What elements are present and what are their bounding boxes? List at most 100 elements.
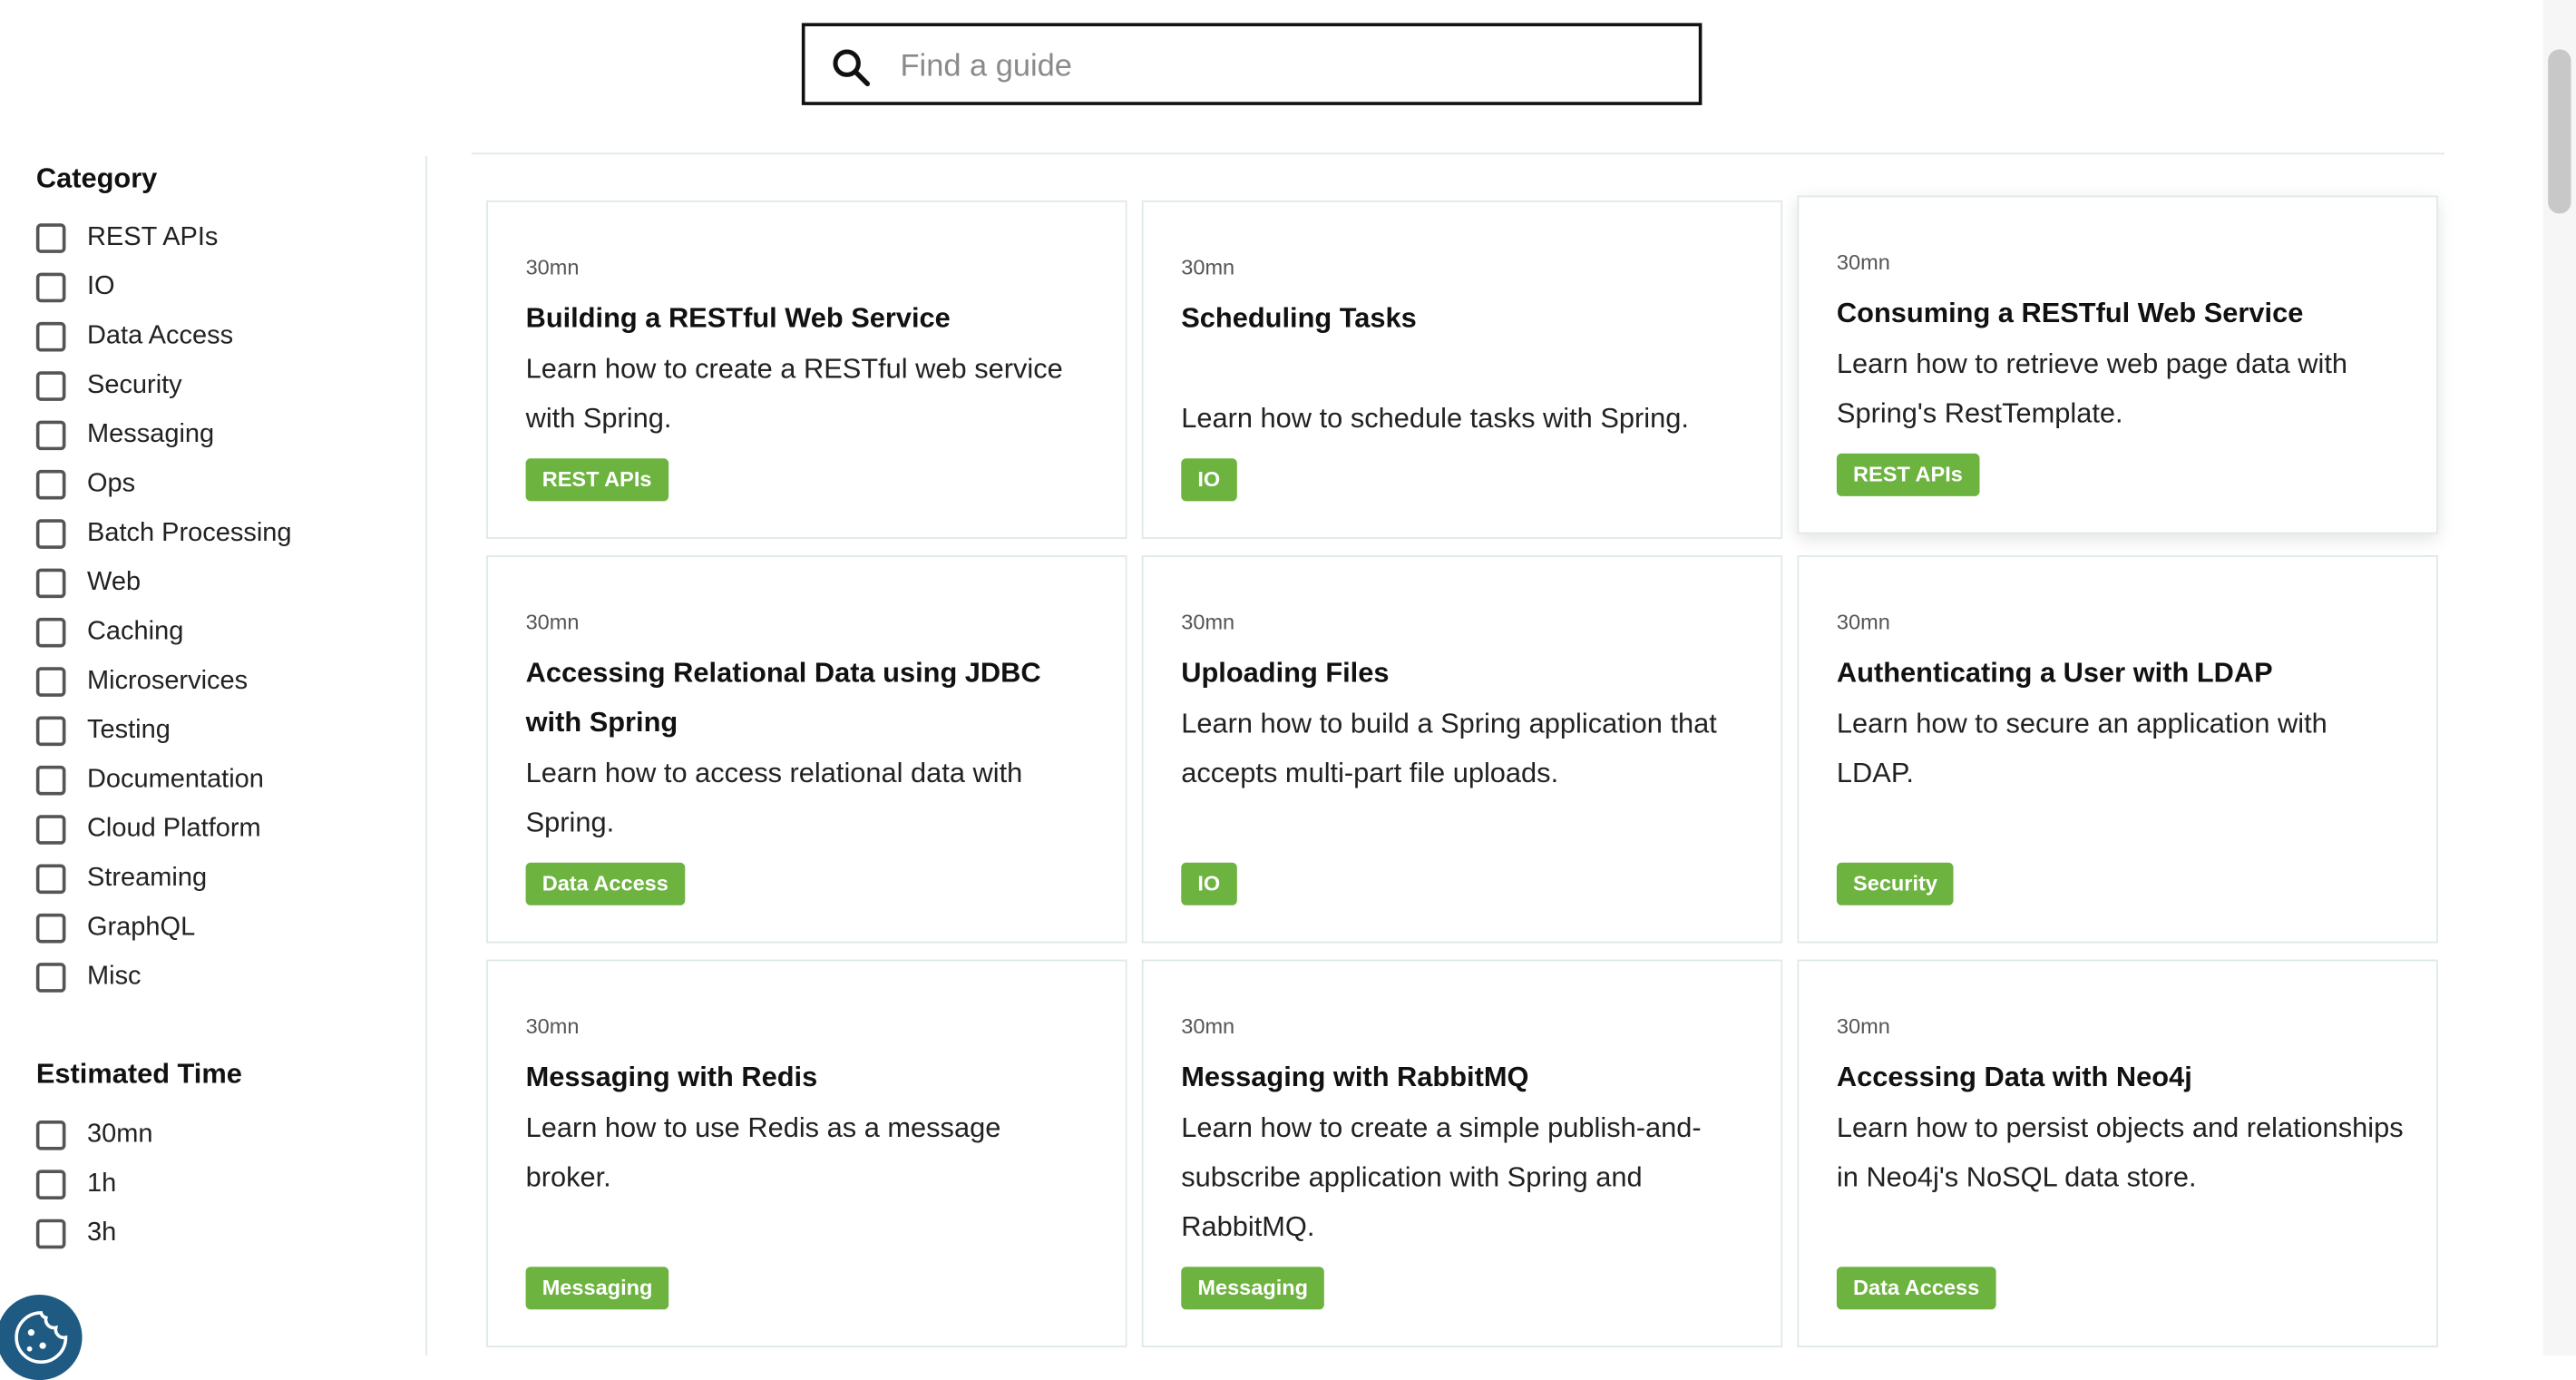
filter-option-label: Streaming [86, 864, 208, 893]
card-time: 30mn [525, 1013, 580, 1039]
card-time: 30mn [525, 609, 580, 635]
checkbox[interactable] [35, 765, 66, 796]
card-tag[interactable]: Data Access [1836, 1267, 1996, 1310]
checkbox[interactable] [35, 1170, 66, 1199]
filter-option-batch-processing[interactable]: Batch Processing [35, 509, 292, 558]
card-title[interactable]: Authenticating a User with LDAP [1837, 649, 2404, 698]
guide-card[interactable]: 30mn Authenticating a User with LDAP Learn… [1797, 555, 2438, 944]
filter-option-streaming[interactable]: Streaming [35, 855, 292, 904]
card-tag[interactable]: REST APIs [525, 458, 668, 502]
filter-option-label: Web [86, 568, 141, 597]
card-title[interactable]: Uploading Files [1181, 649, 1748, 698]
card-tag[interactable]: Messaging [525, 1267, 669, 1310]
card-time: 30mn [1181, 254, 1235, 279]
card-tag[interactable]: Messaging [1181, 1267, 1325, 1310]
card-title[interactable]: Accessing Data with Neo4j [1837, 1053, 2404, 1102]
checkbox[interactable] [35, 963, 66, 993]
cookie-icon [15, 1311, 68, 1365]
checkbox[interactable] [35, 913, 66, 944]
card-time: 30mn [1836, 250, 1890, 275]
guide-card[interactable]: 30mn Accessing Relational Data using JDBC… [486, 555, 1127, 944]
filter-option-graphql[interactable]: GraphQL [35, 904, 292, 953]
category-filter-list: REST APIs IO Data Access Security Messaging O… [35, 213, 292, 1002]
guide-card[interactable]: 30mn Uploading Files Learn how to build a … [1141, 555, 1783, 944]
filter-option-label: Batch Processing [86, 519, 292, 548]
page-heading-fragment [1002, 0, 2382, 10]
checkbox[interactable] [35, 321, 66, 352]
filter-option-ops[interactable]: Ops [35, 460, 292, 509]
content-divider [471, 152, 2445, 155]
filter-option-microservices[interactable]: Microservices [35, 657, 292, 706]
filter-option-label: Documentation [86, 765, 264, 794]
cookie-settings-button[interactable] [0, 1294, 83, 1380]
filter-option-label: Messaging [86, 420, 215, 449]
card-time: 30mn [1181, 1013, 1235, 1039]
checkbox[interactable] [35, 469, 66, 500]
checkbox[interactable] [35, 272, 66, 303]
card-title[interactable]: Messaging with RabbitMQ [1181, 1053, 1748, 1102]
checkbox[interactable] [35, 667, 66, 697]
filter-option-io[interactable]: IO [35, 263, 292, 312]
checkbox[interactable] [35, 1219, 66, 1249]
filter-option-cloud-platform[interactable]: Cloud Platform [35, 805, 292, 854]
search-icon [833, 49, 871, 87]
guide-card[interactable]: 30mn Scheduling Tasks Learn how to schedul… [1141, 200, 1783, 539]
filter-option-30mn[interactable]: 30mn [35, 1111, 153, 1160]
filter-option-1h[interactable]: 1h [35, 1160, 153, 1209]
checkbox[interactable] [35, 420, 66, 451]
filter-option-label: GraphQL [86, 913, 196, 942]
card-time: 30mn [525, 254, 580, 279]
card-title[interactable]: Consuming a RESTful Web Service [1837, 289, 2404, 338]
category-filter-title: Category [35, 162, 158, 194]
card-tag[interactable]: Data Access [525, 862, 686, 905]
checkbox[interactable] [35, 716, 66, 747]
time-filter-title: Estimated Time [35, 1058, 242, 1090]
checkbox[interactable] [35, 568, 66, 599]
card-tag[interactable]: IO [1181, 458, 1237, 502]
filter-option-label: REST APIs [86, 223, 219, 252]
checkbox[interactable] [35, 617, 66, 648]
card-time: 30mn [1836, 609, 1890, 635]
filter-option-3h[interactable]: 3h [35, 1209, 153, 1258]
checkbox[interactable] [35, 519, 66, 549]
filter-option-label: 30mn [86, 1121, 153, 1149]
guide-card[interactable]: 30mn Messaging with RabbitMQ Learn how to … [1141, 959, 1783, 1347]
filter-option-label: 3h [86, 1219, 117, 1248]
guide-card[interactable]: 30mn Accessing Data with Neo4j Learn how t… [1797, 959, 2438, 1347]
card-time: 30mn [1181, 609, 1235, 635]
filter-option-label: Ops [86, 469, 136, 498]
scrollbar-thumb[interactable] [2548, 49, 2571, 214]
card-title[interactable]: Scheduling Tasks [1181, 294, 1748, 343]
filter-option-web[interactable]: Web [35, 559, 292, 608]
card-description: Learn how to create a simple publish-and… [1181, 1111, 1702, 1243]
guide-card[interactable]: 30mn Consuming a RESTful Web Service Learn… [1797, 195, 2438, 534]
checkbox[interactable] [35, 864, 66, 895]
filter-option-security[interactable]: Security [35, 361, 292, 410]
filter-option-testing[interactable]: Testing [35, 707, 292, 756]
filter-option-caching[interactable]: Caching [35, 608, 292, 657]
filter-option-misc[interactable]: Misc [35, 953, 292, 1002]
checkbox[interactable] [35, 371, 66, 401]
filter-option-label: Microservices [86, 667, 249, 696]
guide-card[interactable]: 30mn Building a RESTful Web Service Learn … [486, 200, 1127, 539]
card-title[interactable]: Building a RESTful Web Service [526, 294, 1093, 343]
card-description: Learn how to retrieve web page data with… [1836, 347, 2348, 429]
checkbox[interactable] [35, 815, 66, 845]
checkbox[interactable] [35, 1121, 66, 1150]
card-tag[interactable]: IO [1181, 862, 1237, 905]
search-input[interactable] [896, 39, 1676, 96]
time-filter-list: 30mn 1h 3h [35, 1111, 153, 1258]
search-box[interactable] [801, 23, 1703, 105]
filter-option-documentation[interactable]: Documentation [35, 756, 292, 805]
card-title[interactable]: Accessing Relational Data using JDBC wit… [526, 649, 1093, 748]
guide-card[interactable]: 30mn Messaging with Redis Learn how to use… [486, 959, 1127, 1347]
filter-option-rest-apis[interactable]: REST APIs [35, 213, 292, 262]
checkbox[interactable] [35, 223, 66, 253]
filter-option-label: Data Access [86, 321, 234, 350]
filter-option-label: Caching [86, 617, 184, 646]
filter-option-messaging[interactable]: Messaging [35, 411, 292, 460]
card-tag[interactable]: Security [1836, 862, 1955, 905]
card-tag[interactable]: REST APIs [1836, 453, 1979, 496]
card-title[interactable]: Messaging with Redis [526, 1053, 1093, 1102]
filter-option-data-access[interactable]: Data Access [35, 312, 292, 361]
